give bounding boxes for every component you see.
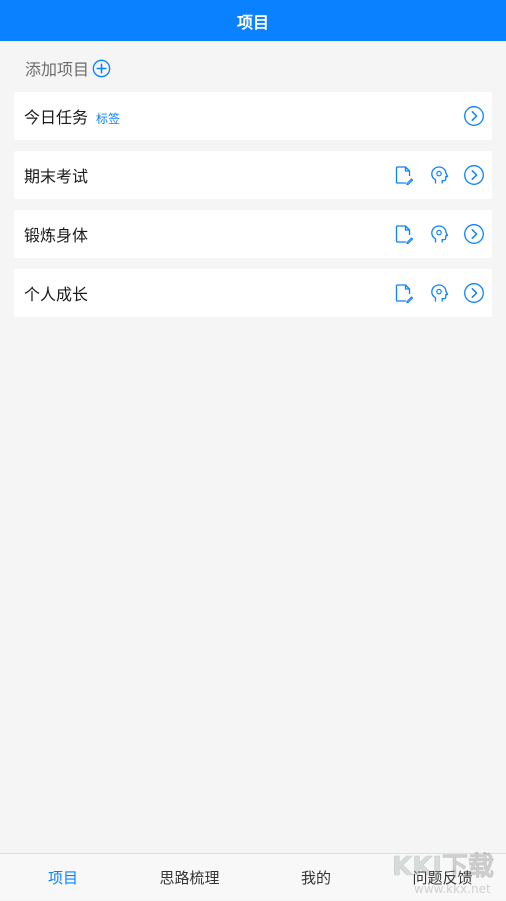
- project-card-growth[interactable]: 个人成长: [14, 269, 492, 317]
- project-name: 期末考试: [24, 167, 89, 186]
- tab-mind-mapping[interactable]: 思路梳理: [126, 854, 253, 901]
- tab-label: 思路梳理: [159, 869, 220, 887]
- add-project-button[interactable]: 添加项目: [25, 57, 111, 79]
- project-name: 今日任务: [24, 108, 89, 127]
- project-name: 个人成长: [24, 285, 89, 304]
- app-header: 项目: [0, 0, 506, 41]
- edit-document-icon[interactable]: [392, 164, 414, 186]
- chevron-right-circle-icon[interactable]: [463, 282, 485, 304]
- project-tag-link[interactable]: 标签: [96, 110, 120, 127]
- project-title: 个人成长: [24, 281, 88, 305]
- tab-feedback[interactable]: 问题反馈: [379, 854, 506, 901]
- tab-mine[interactable]: 我的: [253, 854, 379, 901]
- project-title: 期末考试: [24, 163, 88, 187]
- chevron-right-circle-icon[interactable]: [463, 223, 485, 245]
- project-title: 锻炼身体: [24, 222, 88, 246]
- chevron-right-circle-icon[interactable]: [463, 105, 485, 127]
- bottom-tab-bar: 项目 思路梳理 我的 问题反馈: [0, 853, 506, 900]
- plus-circle-icon: [92, 59, 111, 78]
- tab-projects[interactable]: 项目: [0, 854, 126, 901]
- tab-label: 我的: [300, 869, 331, 887]
- project-card-exam[interactable]: 期末考试: [14, 151, 492, 199]
- head-idea-icon[interactable]: [428, 223, 450, 245]
- head-idea-icon[interactable]: [428, 282, 450, 304]
- add-project-label: 添加项目: [25, 60, 90, 79]
- head-idea-icon[interactable]: [428, 164, 450, 186]
- project-card-exercise[interactable]: 锻炼身体: [14, 210, 492, 258]
- edit-document-icon[interactable]: [392, 282, 414, 304]
- tab-label: 问题反馈: [412, 869, 473, 887]
- page-title: 项目: [236, 12, 269, 32]
- edit-document-icon[interactable]: [392, 223, 414, 245]
- project-title: 今日任务 标签: [24, 104, 120, 128]
- project-name: 锻炼身体: [24, 226, 89, 245]
- project-card-today[interactable]: 今日任务 标签: [14, 92, 492, 140]
- chevron-right-circle-icon[interactable]: [463, 164, 485, 186]
- tab-label: 项目: [47, 869, 78, 887]
